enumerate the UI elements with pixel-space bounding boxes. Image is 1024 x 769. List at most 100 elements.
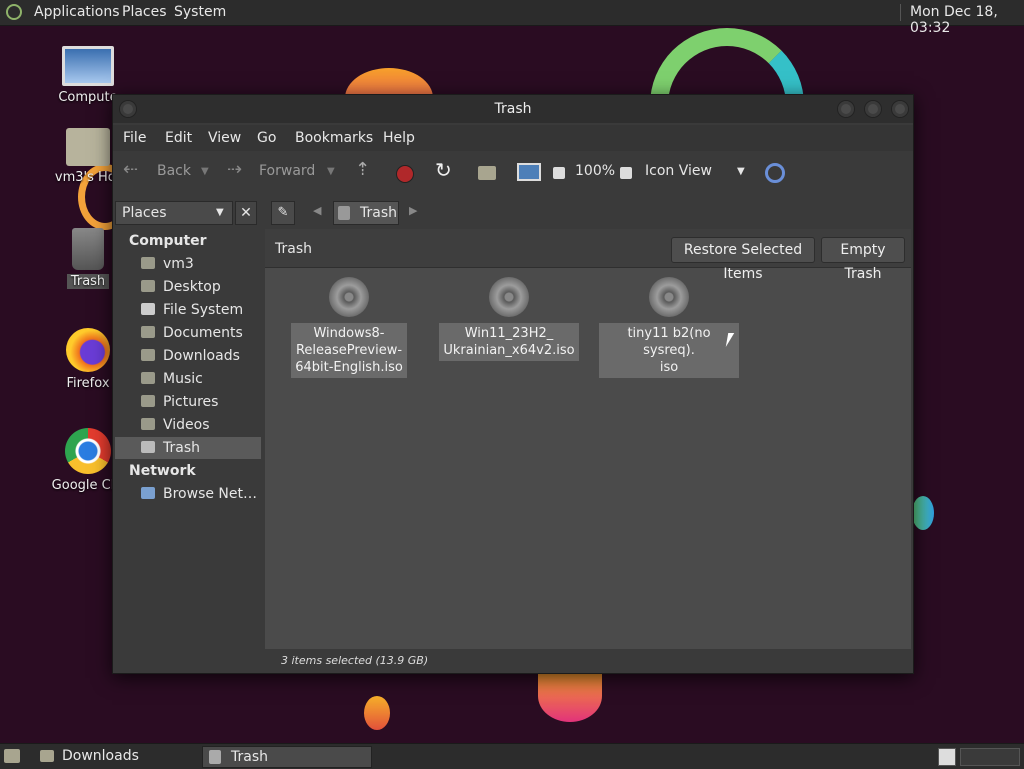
clock[interactable]: Mon Dec 18, 03:32	[910, 4, 1024, 36]
file-view[interactable]: Trash Restore Selected Items Empty Trash…	[265, 229, 911, 649]
window-title: Trash	[494, 101, 532, 117]
zoom-level: 100%	[575, 163, 616, 179]
restore-selected-button[interactable]: Restore Selected Items	[671, 237, 815, 282]
close-sidebar-icon[interactable]: ✕	[235, 201, 257, 225]
wallpaper-blob	[538, 670, 602, 722]
home-folder-icon	[66, 128, 110, 166]
applications-menu[interactable]: Applications	[34, 4, 120, 20]
desktop-icon-label: Compute	[58, 90, 118, 105]
crumb-left-arrow-icon[interactable]: ◀	[313, 204, 321, 217]
reload-icon[interactable]: ↻	[435, 158, 452, 182]
sidebar-item-label: Trash	[163, 440, 200, 456]
disc-image-icon	[329, 277, 369, 317]
forward-arrow-icon[interactable]: ⇢	[227, 159, 242, 180]
file-item[interactable]: Win11_23H2_ Ukrainian_x64v2.iso	[439, 277, 579, 361]
toolbar: ⇠ Back ▼ ⇢ Forward ▼ ⇡ ↻ 100% Icon View …	[113, 151, 913, 196]
file-item[interactable]: tiny11 b2(no sysreq). iso	[599, 277, 739, 378]
info-bar-title: Trash	[275, 241, 312, 257]
menu-edit[interactable]: Edit	[165, 130, 192, 146]
sidebar-header-computer: Computer	[129, 233, 207, 249]
titlebar[interactable]: Trash	[113, 95, 913, 123]
chevron-down-icon: ▼	[216, 207, 224, 218]
sidebar-item-music[interactable]: Music	[115, 368, 261, 390]
menu-go[interactable]: Go	[257, 130, 276, 146]
file-name: tiny11 b2(no sysreq). iso	[599, 323, 739, 378]
menu-view[interactable]: View	[208, 130, 241, 146]
edit-location-icon[interactable]: ✎	[271, 201, 295, 225]
sidebar: Computer vm3 Desktop File System Documen…	[113, 229, 261, 673]
crumb-right-arrow-icon[interactable]: ▶	[409, 204, 417, 217]
computer-icon[interactable]	[517, 163, 541, 181]
stop-icon[interactable]	[396, 165, 414, 183]
trash-icon	[72, 228, 104, 270]
view-mode-select[interactable]: Icon View	[645, 163, 712, 179]
status-bar: 3 items selected (13.9 GB)	[265, 649, 911, 673]
trash-icon	[209, 750, 221, 764]
menu-bookmarks[interactable]: Bookmarks	[295, 130, 373, 146]
menu-logo-icon[interactable]	[6, 4, 22, 20]
menu-file[interactable]: File	[123, 130, 146, 146]
file-name-line: 64bit-English.iso	[295, 360, 403, 375]
trash-icon	[141, 441, 155, 453]
taskbar-item-label: Downloads	[62, 748, 139, 764]
network-icon	[141, 487, 155, 499]
back-arrow-icon[interactable]: ⇠	[123, 159, 138, 180]
trash-info-bar: Trash Restore Selected Items Empty Trash	[265, 229, 911, 282]
empty-trash-button[interactable]: Empty Trash	[821, 237, 905, 282]
sidebar-item-videos[interactable]: Videos	[115, 414, 261, 436]
system-menu[interactable]: System	[174, 4, 226, 20]
sidebar-item-label: File System	[163, 302, 244, 318]
up-arrow-icon[interactable]: ⇡	[355, 159, 370, 180]
back-button[interactable]: Back	[157, 163, 191, 179]
wallpaper-blob	[364, 696, 390, 730]
sidebar-item-downloads[interactable]: Downloads	[115, 345, 261, 367]
file-name: Windows8- ReleasePreview- 64bit-English.is…	[291, 323, 407, 378]
home-folder-icon	[141, 257, 155, 269]
sidebar-item-filesystem[interactable]: File System	[115, 299, 261, 321]
status-text: 3 items selected (13.9 GB)	[281, 654, 429, 667]
disc-image-icon	[489, 277, 529, 317]
minimize-button[interactable]	[837, 100, 855, 118]
forward-button[interactable]: Forward	[259, 163, 315, 179]
forward-history-dropdown-icon[interactable]: ▼	[327, 166, 335, 177]
taskbar-item-downloads[interactable]: Downloads	[34, 746, 198, 766]
menu-help[interactable]: Help	[383, 130, 415, 146]
taskbar-item-label: Trash	[231, 749, 268, 765]
show-desktop-icon[interactable]	[4, 749, 20, 763]
menubar: File Edit View Go Bookmarks Help	[113, 125, 913, 151]
folder-icon	[141, 395, 155, 407]
places-dropdown[interactable]: Places ▼	[115, 201, 233, 225]
sidebar-item-trash[interactable]: Trash	[115, 437, 261, 459]
taskbar-item-trash[interactable]: Trash	[202, 746, 372, 768]
home-icon[interactable]	[478, 166, 496, 180]
search-icon[interactable]	[765, 163, 785, 183]
sidebar-item-label: Pictures	[163, 394, 219, 410]
places-menu[interactable]: Places	[122, 4, 167, 20]
window-menu-button[interactable]	[119, 100, 137, 118]
zoom-out-icon[interactable]	[553, 167, 565, 179]
file-item[interactable]: Windows8- ReleasePreview- 64bit-English.is…	[279, 277, 419, 378]
zoom-in-icon[interactable]	[620, 167, 632, 179]
chevron-down-icon[interactable]: ▼	[737, 166, 745, 177]
folder-icon	[40, 750, 54, 762]
folder-icon	[141, 372, 155, 384]
folder-icon	[141, 349, 155, 361]
drive-icon	[141, 303, 155, 315]
back-history-dropdown-icon[interactable]: ▼	[201, 166, 209, 177]
workspace-switcher[interactable]	[960, 748, 1020, 766]
folder-icon	[141, 418, 155, 430]
sidebar-item-desktop[interactable]: Desktop	[115, 276, 261, 298]
computer-icon	[62, 46, 114, 86]
sidebar-item-browse-network[interactable]: Browse Net…	[115, 483, 261, 505]
breadcrumb-trash[interactable]: Trash	[333, 201, 399, 225]
firefox-icon	[66, 328, 110, 372]
disc-image-icon	[649, 277, 689, 317]
sidebar-item-documents[interactable]: Documents	[115, 322, 261, 344]
file-name-line: ReleasePreview-	[295, 343, 403, 358]
maximize-button[interactable]	[864, 100, 882, 118]
workspace-switcher-active[interactable]	[938, 748, 956, 766]
close-button[interactable]	[891, 100, 909, 118]
sidebar-item-pictures[interactable]: Pictures	[115, 391, 261, 413]
sidebar-item-vm3[interactable]: vm3	[115, 253, 261, 275]
file-name-line: iso	[659, 360, 679, 375]
